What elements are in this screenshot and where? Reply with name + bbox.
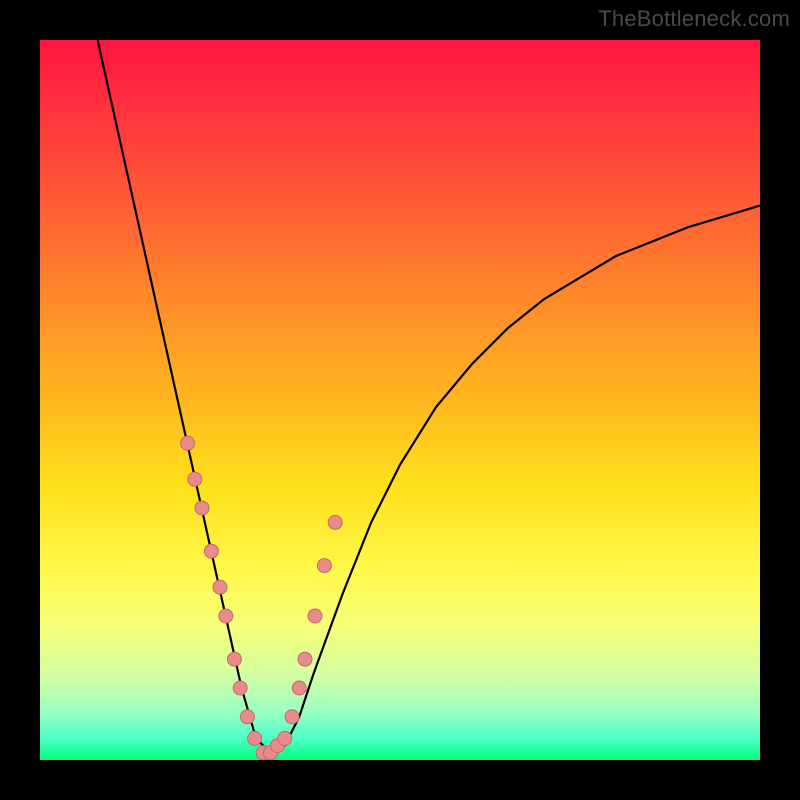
marker-dot bbox=[188, 472, 202, 486]
curve-markers bbox=[181, 436, 343, 760]
marker-dot bbox=[278, 731, 292, 745]
chart-frame: TheBottleneck.com bbox=[0, 0, 800, 800]
plot-area bbox=[40, 40, 760, 760]
bottleneck-curve bbox=[98, 40, 760, 753]
marker-dot bbox=[227, 652, 241, 666]
marker-dot bbox=[213, 580, 227, 594]
curve-svg bbox=[40, 40, 760, 760]
marker-dot bbox=[317, 559, 331, 573]
marker-dot bbox=[233, 681, 247, 695]
marker-dot bbox=[328, 515, 342, 529]
marker-dot bbox=[248, 731, 262, 745]
marker-dot bbox=[219, 609, 233, 623]
marker-dot bbox=[195, 501, 209, 515]
marker-dot bbox=[204, 544, 218, 558]
marker-dot bbox=[181, 436, 195, 450]
marker-dot bbox=[285, 710, 299, 724]
marker-dot bbox=[240, 710, 254, 724]
marker-dot bbox=[298, 652, 312, 666]
watermark-text: TheBottleneck.com bbox=[598, 6, 790, 32]
marker-dot bbox=[308, 609, 322, 623]
marker-dot bbox=[292, 681, 306, 695]
